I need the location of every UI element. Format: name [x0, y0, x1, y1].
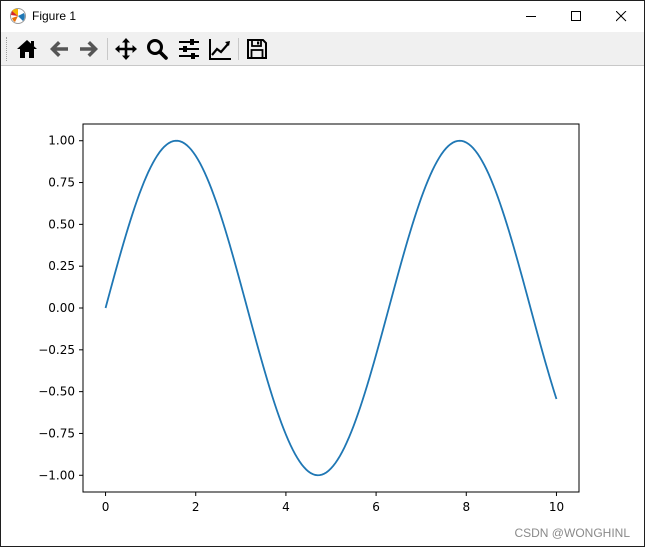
x-tick-label: 6: [372, 500, 380, 514]
line-chart: 1.00 0.75 0.50 0.25 0.00 −0.25 −0.50 −0.75 −1.00…: [38, 123, 580, 514]
edit-axis-button[interactable]: [207, 36, 233, 62]
navigation-toolbar: [1, 32, 644, 66]
figure-window: Figure 1 1.00 0.75 0.50 0.25 0.00 −0.25 …: [0, 0, 645, 547]
configure-subplots-button[interactable]: [176, 36, 202, 62]
y-tick-label: 0.00: [48, 301, 75, 315]
zoom-icon: [147, 39, 168, 60]
minimize-button[interactable]: [509, 1, 554, 32]
y-tick-label: −0.25: [38, 343, 75, 357]
y-tick-label: 0.25: [48, 259, 75, 273]
x-tick-label: 10: [549, 500, 564, 514]
minimize-icon: [526, 16, 536, 17]
y-tick-label: 0.75: [48, 176, 75, 190]
pan-button[interactable]: [113, 36, 139, 62]
maximize-button[interactable]: [554, 1, 599, 32]
y-tick-label: 0.50: [48, 217, 75, 231]
toolbar-separator: [238, 38, 239, 60]
line-chart-icon: [209, 39, 231, 60]
sine-series-line: [104, 139, 558, 477]
forward-button[interactable]: [76, 36, 102, 62]
home-icon: [17, 40, 37, 58]
y-tick-label: −0.50: [38, 385, 75, 399]
arrow-right-icon: [80, 41, 98, 57]
x-tick-label: 2: [192, 500, 200, 514]
maximize-icon: [571, 11, 581, 21]
arrow-left-icon: [50, 41, 68, 57]
home-button[interactable]: [14, 36, 40, 62]
axes-frame: [82, 123, 580, 493]
toolbar-separator: [107, 38, 108, 60]
y-tick-label: 1.00: [48, 134, 75, 148]
title-bar[interactable]: Figure 1: [1, 1, 644, 32]
move-icon: [115, 38, 137, 60]
save-button[interactable]: [244, 36, 270, 62]
x-tick-label: 0: [102, 500, 110, 514]
back-button[interactable]: [46, 36, 72, 62]
x-tick-label: 8: [462, 500, 470, 514]
toolbar-grip[interactable]: [6, 37, 9, 61]
watermark: CSDN @WONGHINL: [514, 526, 630, 540]
x-tick-label: 4: [282, 500, 290, 514]
floppy-disk-icon: [247, 39, 267, 59]
sliders-icon: [179, 39, 199, 59]
close-icon: [616, 11, 627, 22]
close-button[interactable]: [599, 1, 644, 32]
figure-canvas[interactable]: 1.00 0.75 0.50 0.25 0.00 −0.25 −0.50 −0.75 −1.00…: [1, 66, 644, 546]
y-tick-label: −0.75: [38, 426, 75, 440]
matplotlib-logo-icon: [9, 7, 27, 25]
y-tick-label: −1.00: [38, 468, 75, 482]
window-title: Figure 1: [32, 9, 77, 23]
zoom-button[interactable]: [144, 36, 170, 62]
